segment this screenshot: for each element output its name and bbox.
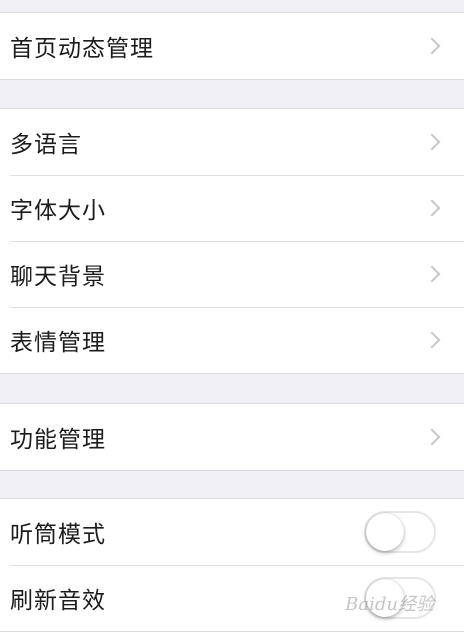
row-font-size[interactable]: 字体大小 bbox=[0, 175, 464, 241]
row-label: 听筒模式 bbox=[10, 522, 106, 548]
row-sticker-management[interactable]: 表情管理 bbox=[0, 307, 464, 373]
chevron-right-icon bbox=[423, 133, 441, 151]
chevron-right-icon bbox=[423, 265, 441, 283]
settings-group-display: 多语言 字体大小 聊天背景 表情管理 bbox=[0, 108, 464, 374]
row-label: 聊天背景 bbox=[10, 264, 106, 290]
row-label: 首页动态管理 bbox=[10, 36, 154, 62]
row-multi-language[interactable]: 多语言 bbox=[0, 109, 464, 175]
settings-group-home: 首页动态管理 bbox=[0, 12, 464, 80]
chevron-right-icon bbox=[423, 331, 441, 349]
chevron-right-icon bbox=[423, 428, 441, 446]
row-home-feed-management[interactable]: 首页动态管理 bbox=[0, 13, 464, 79]
baidu-watermark: Baidu经验 bbox=[345, 594, 434, 615]
row-feature-management[interactable]: 功能管理 bbox=[0, 404, 464, 470]
chevron-right-icon bbox=[423, 37, 441, 55]
row-label: 功能管理 bbox=[10, 427, 106, 453]
row-label: 刷新音效 bbox=[10, 588, 106, 614]
row-earpiece-mode: 听筒模式 bbox=[0, 499, 464, 565]
chevron-right-icon bbox=[423, 199, 441, 217]
row-chat-background[interactable]: 聊天背景 bbox=[0, 241, 464, 307]
row-label: 表情管理 bbox=[10, 330, 106, 356]
earpiece-mode-toggle[interactable] bbox=[364, 511, 436, 553]
row-label: 多语言 bbox=[10, 132, 82, 158]
settings-group-features: 功能管理 bbox=[0, 403, 464, 471]
row-label: 字体大小 bbox=[10, 198, 106, 224]
toggle-knob bbox=[366, 513, 404, 551]
